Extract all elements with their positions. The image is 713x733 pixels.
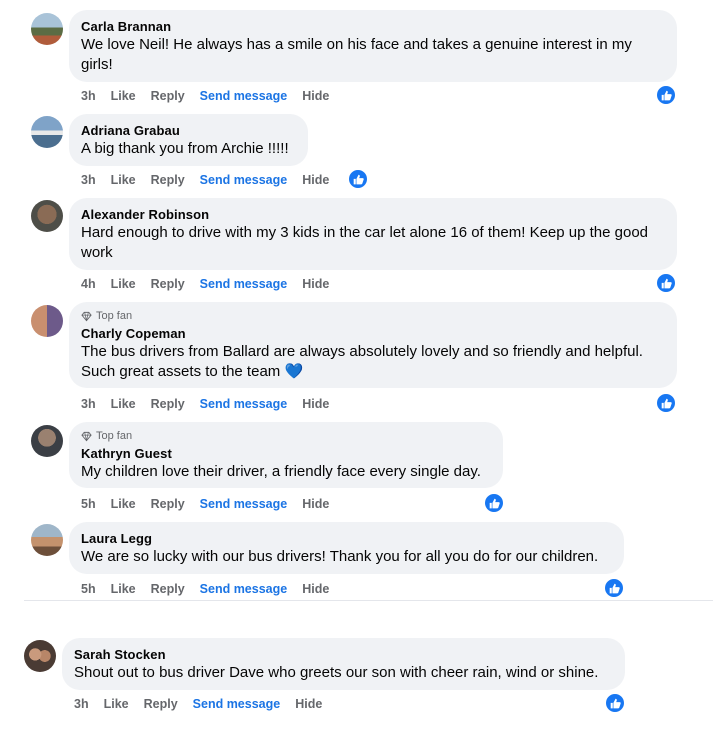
like-reaction-icon[interactable] <box>483 492 505 514</box>
like-reaction-icon[interactable] <box>603 577 625 599</box>
comment-actions: 3h Like Reply Send message Hide <box>74 696 337 712</box>
timestamp[interactable]: 4h <box>81 276 96 292</box>
comment-text: A big thank you from Archie !!!!! <box>81 140 289 157</box>
send-message-button[interactable]: Send message <box>193 696 281 712</box>
diamond-icon <box>81 311 92 321</box>
hide-button[interactable]: Hide <box>295 696 322 712</box>
commenter-name[interactable]: Charly Copeman <box>81 325 665 342</box>
hide-button[interactable]: Hide <box>302 172 329 188</box>
comment-actions: 3h Like Reply Send message Hide <box>81 88 344 104</box>
timestamp[interactable]: 3h <box>74 696 89 712</box>
send-message-button[interactable]: Send message <box>200 172 288 188</box>
hide-button[interactable]: Hide <box>302 581 329 597</box>
commenter-name[interactable]: Laura Legg <box>81 530 612 547</box>
commenter-name[interactable]: Alexander Robinson <box>81 206 665 223</box>
comment-text: Shout out to bus driver Dave who greets … <box>74 664 599 681</box>
avatar[interactable] <box>24 640 56 672</box>
commenter-name[interactable]: Sarah Stocken <box>74 646 613 663</box>
hide-button[interactable]: Hide <box>302 276 329 292</box>
timestamp[interactable]: 3h <box>81 172 96 188</box>
reply-button[interactable]: Reply <box>151 276 185 292</box>
like-button[interactable]: Like <box>111 88 136 104</box>
like-button[interactable]: Like <box>111 276 136 292</box>
reply-button[interactable]: Reply <box>151 396 185 412</box>
top-fan-badge: Top fan <box>81 430 491 442</box>
comment-bubble: Carla Brannan We love Neil! He always ha… <box>69 10 677 82</box>
like-reaction-icon[interactable] <box>347 168 369 190</box>
like-button[interactable]: Like <box>111 396 136 412</box>
screenshot-seam-divider <box>24 600 713 601</box>
comment-bubble: Sarah Stocken Shout out to bus driver Da… <box>62 638 625 690</box>
comment-bubble: Laura Legg We are so lucky with our bus … <box>69 522 624 574</box>
send-message-button[interactable]: Send message <box>200 88 288 104</box>
timestamp[interactable]: 3h <box>81 396 96 412</box>
timestamp[interactable]: 5h <box>81 496 96 512</box>
hide-button[interactable]: Hide <box>302 396 329 412</box>
like-reaction-icon[interactable] <box>604 692 626 714</box>
reply-button[interactable]: Reply <box>144 696 178 712</box>
like-reaction-icon[interactable] <box>655 84 677 106</box>
avatar[interactable] <box>31 116 63 148</box>
comment-bubble: Alexander Robinson Hard enough to drive … <box>69 198 677 270</box>
avatar[interactable] <box>31 200 63 232</box>
comment-actions: 3h Like Reply Send message Hide <box>81 172 344 188</box>
top-fan-label: Top fan <box>96 430 133 442</box>
like-button[interactable]: Like <box>104 696 129 712</box>
avatar[interactable] <box>31 13 63 45</box>
avatar[interactable] <box>31 305 63 337</box>
reply-button[interactable]: Reply <box>151 88 185 104</box>
like-reaction-icon[interactable] <box>655 272 677 294</box>
reply-button[interactable]: Reply <box>151 496 185 512</box>
like-button[interactable]: Like <box>111 172 136 188</box>
comment-bubble: Adriana Grabau A big thank you from Arch… <box>69 114 308 166</box>
like-button[interactable]: Like <box>111 496 136 512</box>
like-button[interactable]: Like <box>111 581 136 597</box>
send-message-button[interactable]: Send message <box>200 276 288 292</box>
commenter-name[interactable]: Carla Brannan <box>81 18 665 35</box>
avatar[interactable] <box>31 524 63 556</box>
comment-text: The bus drivers from Ballard are always … <box>81 343 643 380</box>
top-fan-badge: Top fan <box>81 310 665 322</box>
hide-button[interactable]: Hide <box>302 496 329 512</box>
like-reaction-icon[interactable] <box>655 392 677 414</box>
comment-actions: 4h Like Reply Send message Hide <box>81 276 344 292</box>
comment-text: We are so lucky with our bus drivers! Th… <box>81 548 599 565</box>
comment-text: My children love their driver, a friendl… <box>81 463 481 480</box>
timestamp[interactable]: 5h <box>81 581 96 597</box>
commenter-name[interactable]: Kathryn Guest <box>81 445 491 462</box>
diamond-icon <box>81 431 92 441</box>
comment-text: We love Neil! He always has a smile on h… <box>81 36 632 73</box>
comment-text: Hard enough to drive with my 3 kids in t… <box>81 224 649 261</box>
commenter-name[interactable]: Adriana Grabau <box>81 122 296 139</box>
send-message-button[interactable]: Send message <box>200 581 288 597</box>
timestamp[interactable]: 3h <box>81 88 96 104</box>
reply-button[interactable]: Reply <box>151 172 185 188</box>
send-message-button[interactable]: Send message <box>200 396 288 412</box>
top-fan-label: Top fan <box>96 310 133 322</box>
send-message-button[interactable]: Send message <box>200 496 288 512</box>
reply-button[interactable]: Reply <box>151 581 185 597</box>
hide-button[interactable]: Hide <box>302 88 329 104</box>
comment-actions: 3h Like Reply Send message Hide <box>81 396 344 412</box>
comment-bubble: Top fan Charly Copeman The bus drivers f… <box>69 302 677 388</box>
comment-actions: 5h Like Reply Send message Hide <box>81 581 344 597</box>
comment-actions: 5h Like Reply Send message Hide <box>81 496 344 512</box>
comment-bubble: Top fan Kathryn Guest My children love t… <box>69 422 503 488</box>
avatar[interactable] <box>31 425 63 457</box>
